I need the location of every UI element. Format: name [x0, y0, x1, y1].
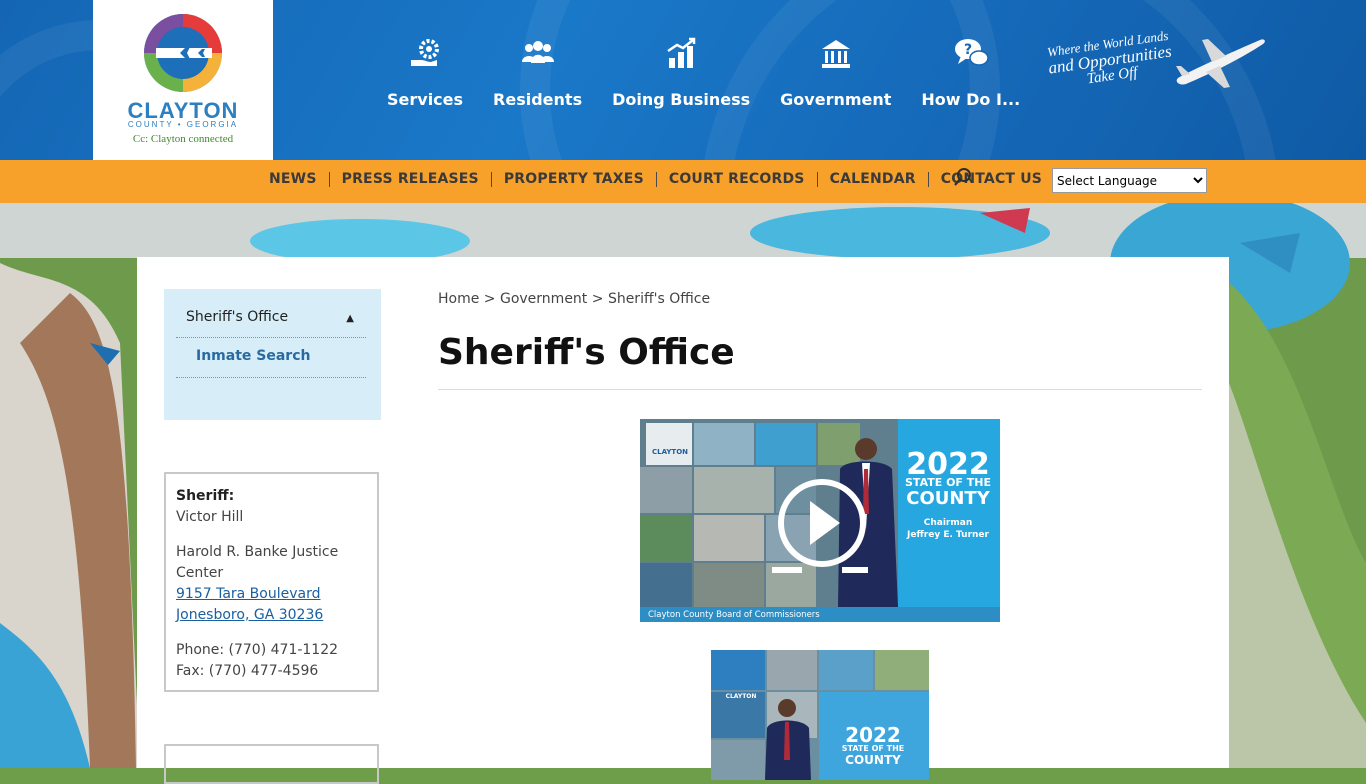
nav-services[interactable]: Services: [372, 36, 478, 126]
state-of-county-thumbnail[interactable]: CLAYTON 2022 STATE OF THE COUNTY: [711, 650, 929, 780]
county-logo[interactable]: CLAYTON COUNTY • GEORGIA Cc: Clayton con…: [93, 0, 273, 160]
street-address-link[interactable]: 9157 Tara Boulevard: [176, 586, 320, 602]
thumbnail-heading-2: COUNTY: [845, 753, 901, 767]
gear-hand-icon: [411, 39, 440, 66]
nav-how-do-i-label: How Do I...: [921, 90, 1021, 109]
breadcrumb-current: Sheriff's Office: [607, 291, 711, 307]
search-icon[interactable]: [952, 166, 974, 188]
question-chat-icon: ?: [954, 39, 989, 66]
svg-text:?: ?: [964, 42, 972, 58]
city-address-link[interactable]: Jonesboro, GA 30236: [176, 607, 323, 623]
breadcrumb-separator: >: [483, 291, 496, 307]
link-contact-us[interactable]: CONTACT US: [929, 172, 1054, 187]
state-of-county-video[interactable]: CLAYTON 2022 STATE OF THE COUNTY Chairma…: [640, 419, 1000, 622]
phone-number: Phone: (770) 471-1122: [176, 642, 339, 658]
main-nav: Services Residents Doing Business Govern…: [372, 36, 1035, 126]
site-header: CLAYTON COUNTY • GEORGIA Cc: Clayton con…: [0, 0, 1366, 160]
capitol-building-icon: [821, 40, 850, 68]
sheriff-name: Victor Hill: [176, 509, 244, 525]
nav-doing-business[interactable]: Doing Business: [597, 36, 765, 126]
logo-tagline: Cc: Clayton connected: [132, 133, 234, 145]
link-calendar[interactable]: CALENDAR: [818, 172, 929, 187]
section-menu: Sheriff's Office ▲ Inmate Search: [164, 289, 381, 420]
link-news[interactable]: NEWS: [257, 172, 330, 187]
logo-subtitle: COUNTY • GEORGIA: [127, 120, 239, 129]
content-card: Sheriff's Office ▲ Inmate Search Sheriff…: [137, 257, 1229, 784]
sheriff-label: Sheriff:: [176, 488, 235, 504]
nav-government-label: Government: [780, 90, 892, 109]
airplane-icon: [1176, 39, 1265, 88]
video-logo: CLAYTON: [652, 448, 688, 456]
breadcrumb-separator: >: [591, 291, 604, 307]
collapse-arrow-icon[interactable]: ▲: [346, 313, 354, 324]
people-icon: [521, 41, 554, 63]
video-chair-name: Jeffrey E. Turner: [906, 530, 989, 540]
breadcrumb-home[interactable]: Home: [438, 291, 479, 307]
link-property-taxes[interactable]: PROPERTY TAXES: [492, 172, 657, 187]
language-select[interactable]: Select Language: [1052, 168, 1207, 193]
address-block: Harold R. Banke Justice Center 9157 Tara…: [176, 542, 367, 626]
page-title: Sheriff's Office: [438, 332, 735, 373]
globe-plane-logo-icon: [144, 14, 222, 92]
video-footer: Clayton County Board of Commissioners: [648, 610, 820, 620]
section-menu-header[interactable]: Sheriff's Office ▲: [176, 303, 366, 338]
building-name: Harold R. Banke Justice Center: [176, 544, 339, 581]
section-menu-title: Sheriff's Office: [186, 309, 289, 325]
nav-residents-label: Residents: [493, 90, 583, 109]
contact-info-box: Sheriff: Victor Hill Harold R. Banke Jus…: [164, 472, 379, 692]
nav-government[interactable]: Government: [765, 36, 906, 126]
nav-residents[interactable]: Residents: [478, 36, 597, 126]
menu-item-label: Inmate Search: [196, 348, 311, 364]
nav-how-do-i[interactable]: ? How Do I...: [906, 36, 1035, 126]
video-chair-title: Chairman: [924, 518, 972, 528]
breadcrumb: Home > Government > Sheriff's Office: [438, 291, 710, 307]
thumbnail-heading-1: STATE OF THE: [842, 744, 905, 753]
breadcrumb-government[interactable]: Government: [500, 291, 587, 307]
secondary-info-box: [164, 744, 379, 784]
thumbnail-logo: CLAYTON: [726, 693, 757, 700]
link-press-releases[interactable]: PRESS RELEASES: [330, 172, 492, 187]
nav-doing-business-label: Doing Business: [612, 90, 751, 109]
bar-chart-icon: [667, 37, 696, 68]
menu-item-inmate-search[interactable]: Inmate Search: [176, 339, 366, 378]
nav-services-label: Services: [387, 90, 464, 109]
video-heading-2: COUNTY: [906, 488, 990, 509]
utility-links: NEWS PRESS RELEASES PROPERTY TAXES COURT…: [257, 172, 1054, 187]
link-court-records[interactable]: COURT RECORDS: [657, 172, 818, 187]
sheriff-block: Sheriff: Victor Hill: [176, 486, 367, 528]
phone-block: Phone: (770) 471-1122 Fax: (770) 477-459…: [176, 640, 367, 682]
fax-number: Fax: (770) 477-4596: [176, 663, 319, 679]
title-divider: [438, 389, 1202, 390]
